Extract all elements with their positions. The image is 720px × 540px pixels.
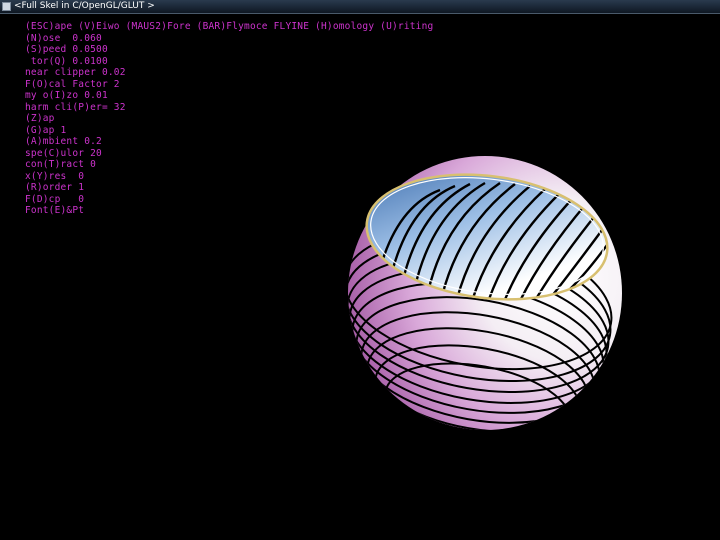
striped-sphere-render: [348, 156, 622, 430]
